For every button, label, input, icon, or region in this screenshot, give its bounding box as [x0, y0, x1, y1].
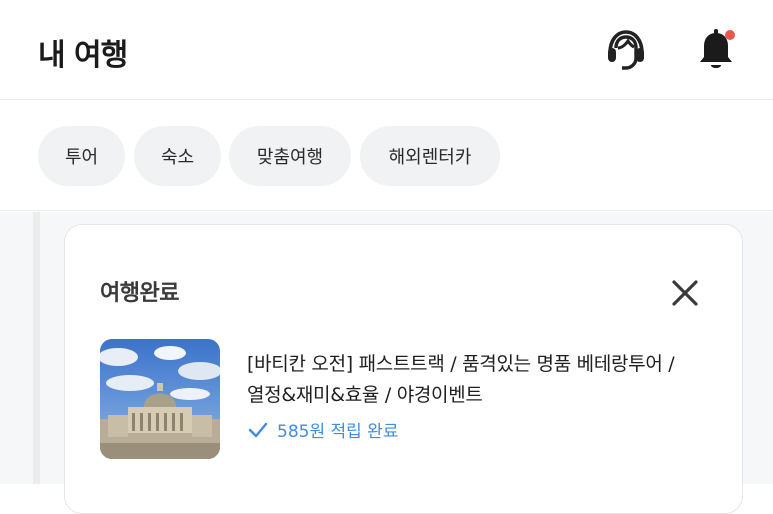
tab-tour[interactable]: 투어	[38, 126, 125, 186]
trip-list: 여행완료 [바티칸 오전] 패스트트랙 / 품격있는 명품 베테랑투어 / 열정…	[0, 212, 773, 514]
notifications-button[interactable]	[690, 24, 742, 76]
points-text: 585원 적립 완료	[277, 422, 399, 442]
tour-title[interactable]: [바티칸 오전] 패스트트랙 / 품격있는 명품 베테랑투어 / 열정&재미&효…	[247, 349, 727, 411]
st-peters-basilica-image	[100, 339, 220, 459]
app-header: 내 여행	[0, 0, 773, 100]
customer-support-button[interactable]	[600, 24, 652, 76]
tab-custom-travel[interactable]: 맞춤여행	[229, 126, 351, 186]
bell-icon	[700, 29, 735, 68]
notification-badge	[725, 30, 735, 40]
category-tabs: 투어 숙소 맞춤여행 해외렌터카	[0, 101, 773, 211]
tour-thumbnail[interactable]	[100, 339, 220, 459]
tour-title-line-2: 열정&재미&효율 / 야경이벤트	[247, 384, 483, 406]
close-button[interactable]	[665, 273, 705, 313]
tab-overseas-rentacar[interactable]: 해외렌터카	[360, 126, 500, 186]
tour-title-line-1: [바티칸 오전] 패스트트랙 / 품격있는 명품 베테랑투어 /	[247, 353, 675, 375]
points-status: 585원 적립 완료	[247, 417, 398, 442]
page-title: 내 여행	[38, 38, 128, 73]
trip-status-title: 여행완료	[100, 281, 179, 306]
tab-accommodation[interactable]: 숙소	[134, 126, 221, 186]
trip-card[interactable]: 여행완료 [바티칸 오전] 패스트트랙 / 품격있는 명품 베테랑투어 / 열정…	[64, 224, 743, 514]
timeline-line	[33, 212, 40, 484]
headset-icon	[608, 30, 644, 70]
close-icon	[672, 280, 698, 306]
check-icon	[248, 422, 268, 437]
